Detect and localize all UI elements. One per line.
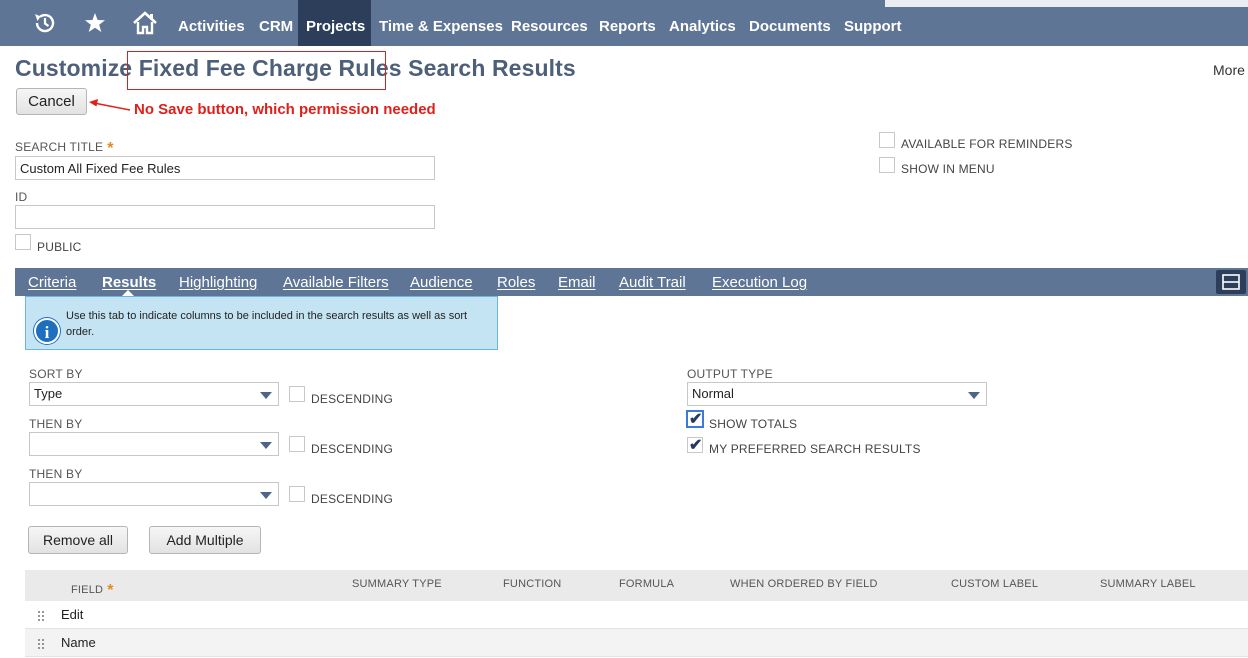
descending-checkbox-3[interactable]	[289, 486, 305, 502]
column-header-summary-label: SUMMARY LABEL	[1100, 578, 1196, 590]
table-row[interactable]: Name	[25, 629, 1248, 657]
descending-label-1: DESCENDING	[311, 392, 394, 406]
table-row[interactable]: Edit	[25, 601, 1248, 629]
show-in-menu-checkbox[interactable]	[879, 157, 895, 173]
id-input[interactable]	[15, 205, 435, 229]
tab-audit-trail[interactable]: Audit Trail	[619, 268, 686, 296]
page-title-suffix: Search Results	[408, 55, 576, 81]
nav-resources[interactable]: Resources	[503, 0, 596, 46]
sort-by-select[interactable]: Type	[29, 382, 279, 406]
star-icon[interactable]	[81, 9, 109, 37]
list-view-icon	[1222, 274, 1240, 290]
drag-handle-icon[interactable]	[37, 610, 45, 622]
tab-criteria[interactable]: Criteria	[28, 268, 76, 296]
required-mark: *	[107, 140, 114, 157]
home-icon[interactable]	[131, 9, 159, 37]
info-message: i Use this tab to indicate columns to be…	[25, 296, 498, 350]
results-table-header: FIELD * SUMMARY TYPE FUNCTION FORMULA WHE…	[25, 570, 1248, 601]
nav-support[interactable]: Support	[836, 0, 910, 46]
search-title-label: SEARCH TITLE *	[15, 138, 114, 157]
nav-analytics[interactable]: Analytics	[661, 0, 744, 46]
drag-handle-icon[interactable]	[37, 638, 45, 650]
row-field-value: Edit	[61, 607, 84, 622]
recent-icon[interactable]	[31, 9, 59, 37]
show-totals-checkbox[interactable]: ✔	[686, 410, 704, 428]
chevron-down-icon	[260, 492, 272, 499]
cancel-button[interactable]: Cancel	[16, 88, 87, 115]
checkmark-icon: ✔	[689, 411, 703, 428]
chevron-down-icon	[968, 392, 980, 399]
descending-label-3: DESCENDING	[311, 492, 394, 506]
nav-time-expenses[interactable]: Time & Expenses	[371, 0, 511, 46]
column-header-when-ordered: WHEN ORDERED BY FIELD	[730, 578, 878, 590]
then-by-select-2[interactable]	[29, 482, 279, 506]
then-by-label-2: THEN BY	[29, 467, 83, 481]
available-reminders-checkbox[interactable]	[879, 132, 895, 148]
page-title-prefix: Customize	[15, 55, 133, 81]
column-header-field-text: FIELD	[71, 584, 104, 596]
tab-roles[interactable]: Roles	[497, 268, 535, 296]
nav-projects[interactable]: Projects	[298, 0, 371, 46]
annotation-arrow-icon	[89, 99, 131, 111]
more-link[interactable]: More	[1213, 62, 1245, 78]
column-header-formula: FORMULA	[619, 578, 675, 590]
id-label: ID	[15, 190, 28, 204]
then-by-label-1: THEN BY	[29, 417, 83, 431]
sort-by-value: Type	[34, 386, 63, 401]
descending-label-2: DESCENDING	[311, 442, 394, 456]
tab-highlighting[interactable]: Highlighting	[179, 268, 257, 296]
search-title-input[interactable]	[15, 156, 435, 180]
add-multiple-button[interactable]: Add Multiple	[149, 526, 261, 554]
then-by-select-1[interactable]	[29, 432, 279, 456]
descending-checkbox-2[interactable]	[289, 436, 305, 452]
chevron-down-icon	[260, 442, 272, 449]
top-navigation-bar: Activities CRM Projects Time & Expenses …	[0, 0, 1248, 46]
nav-activities[interactable]: Activities	[170, 0, 253, 46]
show-in-menu-label: SHOW IN MENU	[901, 162, 995, 176]
subtab-bar: Criteria Results Highlighting Available …	[15, 268, 1248, 296]
tab-email[interactable]: Email	[558, 268, 596, 296]
nav-documents[interactable]: Documents	[741, 0, 839, 46]
tab-execution-log[interactable]: Execution Log	[712, 268, 807, 296]
output-type-label: OUTPUT TYPE	[687, 367, 773, 381]
annotation-text: No Save button, which permission needed	[134, 101, 436, 118]
preferred-results-checkbox[interactable]: ✔	[687, 437, 703, 454]
descending-checkbox-1[interactable]	[289, 386, 305, 402]
column-header-function: FUNCTION	[503, 578, 562, 590]
column-header-summary-type: SUMMARY TYPE	[352, 578, 442, 590]
checkmark-icon: ✔	[689, 437, 703, 454]
top-strip	[885, 0, 1248, 7]
sort-by-label: SORT BY	[29, 367, 83, 381]
output-type-select[interactable]: Normal	[687, 382, 987, 406]
available-reminders-label: AVAILABLE FOR REMINDERS	[901, 137, 1073, 151]
row-field-value: Name	[61, 635, 96, 650]
chevron-down-icon	[260, 392, 272, 399]
output-type-value: Normal	[692, 386, 734, 401]
nav-reports[interactable]: Reports	[591, 0, 664, 46]
nav-crm[interactable]: CRM	[251, 0, 301, 46]
tab-available-filters[interactable]: Available Filters	[283, 268, 389, 296]
public-label: PUBLIC	[37, 240, 82, 254]
info-icon: i	[34, 318, 60, 344]
required-mark: *	[107, 582, 114, 599]
show-totals-label: SHOW TOTALS	[709, 417, 798, 431]
tab-audience[interactable]: Audience	[410, 268, 473, 296]
search-title-label-text: SEARCH TITLE	[15, 140, 104, 154]
title-highlight-box	[127, 51, 386, 90]
remove-all-button[interactable]: Remove all	[28, 526, 128, 554]
tab-menu-button[interactable]	[1216, 270, 1246, 294]
preferred-results-label: MY PREFERRED SEARCH RESULTS	[709, 442, 921, 456]
info-text: Use this tab to indicate columns to be i…	[66, 310, 468, 338]
public-checkbox[interactable]	[15, 234, 31, 250]
column-header-field: FIELD *	[71, 580, 114, 599]
column-header-custom-label: CUSTOM LABEL	[951, 578, 1039, 590]
